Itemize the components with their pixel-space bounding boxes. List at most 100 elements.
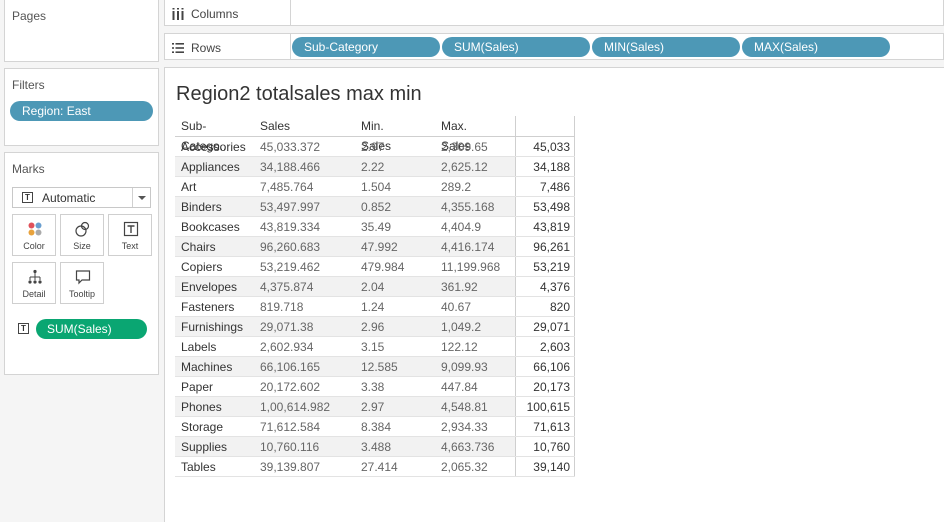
marks-card: Marks T Automatic Color Size Text Detail…: [4, 152, 159, 375]
table-row[interactable]: Supplies 10,760.116 3.488 4,663.736 10,760: [175, 437, 575, 457]
detail-label: Detail: [22, 289, 46, 299]
cell-sub-category: Envelopes: [181, 280, 238, 294]
columns-shelf[interactable]: Columns: [164, 0, 944, 26]
rows-pill-sub-category[interactable]: Sub-Category: [292, 37, 440, 57]
cell-sum-sales: 45,033: [533, 140, 570, 154]
cell-min-sales: 0.852: [361, 200, 392, 214]
table-row[interactable]: Furnishings 29,071.38 2.96 1,049.2 29,071: [175, 317, 575, 337]
marks-field-pill[interactable]: SUM(Sales): [36, 319, 147, 339]
rows-pill-max-sales[interactable]: MAX(Sales): [742, 37, 890, 57]
cell-sales: 10,760.116: [260, 440, 320, 454]
cell-sum-sales: 96,261: [533, 240, 570, 254]
table-row[interactable]: Binders 53,497.997 0.852 4,355.168 53,498: [175, 197, 575, 217]
chevron-down-icon[interactable]: [138, 196, 146, 200]
cell-sub-category: Fasteners: [181, 300, 235, 314]
cell-max-sales: 9,099.93: [441, 360, 488, 374]
columns-label: Columns: [191, 7, 239, 21]
table-row[interactable]: Envelopes 4,375.874 2.04 361.92 4,376: [175, 277, 575, 297]
cell-sub-category: Storage: [181, 420, 224, 434]
table-row[interactable]: Machines 66,106.165 12.585 9,099.93 66,106: [175, 357, 575, 377]
table-row[interactable]: Fasteners 819.718 1.24 40.67 820: [175, 297, 575, 317]
pages-card[interactable]: Pages: [4, 0, 159, 62]
color-button[interactable]: Color: [12, 214, 56, 256]
size-button[interactable]: Size: [60, 214, 104, 256]
cell-sub-category: Binders: [181, 200, 222, 214]
cell-sum-sales: 53,498: [533, 200, 570, 214]
dropdown-divider: [132, 188, 133, 207]
cell-max-sales: 122.12: [441, 340, 478, 354]
table-row[interactable]: Storage 71,612.584 8.384 2,934.33 71,613: [175, 417, 575, 437]
text-mark-icon: T: [22, 192, 33, 203]
cell-min-sales: 12.585: [361, 360, 398, 374]
table-row[interactable]: Paper 20,172.602 3.38 447.84 20,173: [175, 377, 575, 397]
columns-icon: [172, 8, 184, 20]
header-min-sales[interactable]: Min. Sales: [361, 116, 391, 153]
rows-pill-sum-sales[interactable]: SUM(Sales): [442, 37, 590, 57]
table-row[interactable]: Chairs 96,260.683 47.992 4,416.174 96,261: [175, 237, 575, 257]
mark-type-dropdown[interactable]: T Automatic: [12, 187, 151, 208]
table-row[interactable]: Copiers 53,219.462 479.984 11,199.968 53,219: [175, 257, 575, 277]
table-row[interactable]: Tables 39,139.807 27.414 2,065.32 39,140: [175, 457, 575, 477]
cell-max-sales: 447.84: [441, 380, 478, 394]
detail-button[interactable]: Detail: [12, 262, 56, 304]
cell-sales: 34,188.466: [260, 160, 321, 174]
rows-shelf[interactable]: Rows Sub-Category SUM(Sales) MIN(Sales) …: [164, 33, 944, 60]
header-sales[interactable]: Sales: [260, 116, 290, 136]
filters-card[interactable]: Filters Region: East: [4, 68, 159, 146]
cell-sum-sales: 4,376: [539, 280, 570, 294]
table-row[interactable]: Bookcases 43,819.334 35.49 4,404.9 43,819: [175, 217, 575, 237]
cell-sum-sales: 7,486: [539, 180, 570, 194]
rows-shelf-divider: [290, 34, 291, 59]
text-button[interactable]: Text: [108, 214, 152, 256]
cell-max-sales: 1,049.2: [441, 320, 482, 334]
cell-max-sales: 40.67: [441, 300, 472, 314]
rows-label: Rows: [191, 41, 222, 55]
table-row[interactable]: Appliances 34,188.466 2.22 2,625.12 34,188: [175, 157, 575, 177]
cell-max-sales: 2,065.32: [441, 460, 488, 474]
header-max-sales[interactable]: Max. Sales: [441, 116, 471, 153]
cell-sales: 53,497.997: [260, 200, 321, 214]
cell-sub-category: Tables: [181, 460, 216, 474]
cell-max-sales: 4,355.168: [441, 200, 495, 214]
cell-sum-sales: 34,188: [533, 160, 570, 174]
cell-min-sales: 35.49: [361, 220, 392, 234]
text-label: Text: [121, 241, 139, 251]
size-label: Size: [73, 241, 91, 251]
cell-sub-category: Chairs: [181, 240, 216, 254]
cell-min-sales: 3.488: [361, 440, 392, 454]
detail-icon: [28, 269, 42, 284]
cell-min-sales: 3.38: [361, 380, 385, 394]
columns-shelf-divider: [290, 0, 291, 25]
cell-sub-category: Machines: [181, 360, 233, 374]
text-field-icon: T: [18, 323, 29, 334]
cell-min-sales: 8.384: [361, 420, 392, 434]
cell-max-sales: 2,309.65: [441, 140, 488, 154]
cell-sum-sales: 53,219: [533, 260, 570, 274]
table-row[interactable]: Accessories 45,033.372 2.97 2,309.65 45,033: [175, 137, 575, 157]
cell-min-sales: 2.04: [361, 280, 385, 294]
mark-type-label: Automatic: [42, 191, 96, 205]
cell-sales: 66,106.165: [260, 360, 321, 374]
rows-pill-min-sales[interactable]: MIN(Sales): [592, 37, 740, 57]
cell-sales: 4,375.874: [260, 280, 314, 294]
table-row[interactable]: Phones 1,00,614.982 2.97 4,548.81 100,615: [175, 397, 575, 417]
cell-sales: 20,172.602: [260, 380, 321, 394]
table-row[interactable]: Labels 2,602.934 3.15 122.12 2,603: [175, 337, 575, 357]
cell-min-sales: 27.414: [361, 460, 398, 474]
cell-min-sales: 1.504: [361, 180, 392, 194]
header-sub-category[interactable]: Sub-Catego..: [181, 116, 226, 153]
table-row[interactable]: Art 7,485.764 1.504 289.2 7,486: [175, 177, 575, 197]
tooltip-button[interactable]: Tooltip: [60, 262, 104, 304]
cell-min-sales: 2.97: [361, 400, 385, 414]
filter-pill-region[interactable]: Region: East: [10, 101, 153, 121]
left-panel: Pages Filters Region: East Marks T Autom…: [0, 0, 160, 522]
tooltip-label: Tooltip: [68, 289, 95, 299]
color-icon: [28, 222, 42, 236]
viz-canvas: Region2 totalsales max min Sub-Catego.. …: [164, 67, 944, 522]
cell-min-sales: 2.96: [361, 320, 385, 334]
cell-sales: 7,485.764: [260, 180, 314, 194]
cell-sum-sales: 820: [549, 300, 570, 314]
rows-icon: [172, 43, 184, 53]
cell-min-sales: 3.15: [361, 340, 385, 354]
cell-sub-category: Bookcases: [181, 220, 240, 234]
